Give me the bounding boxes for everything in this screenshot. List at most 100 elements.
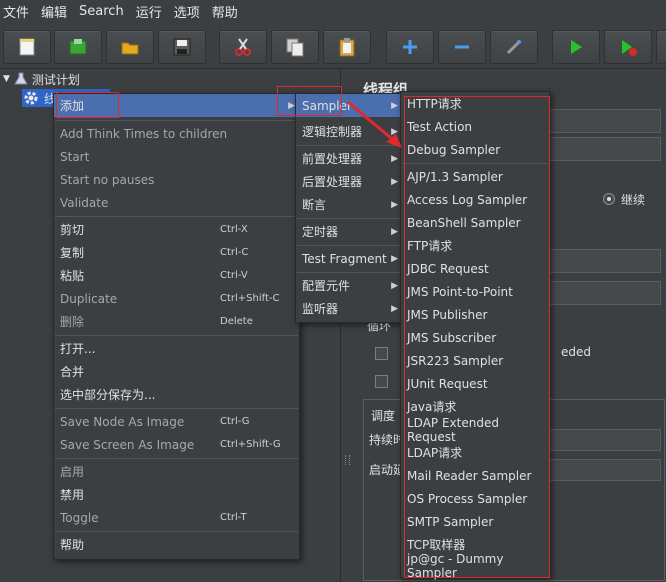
context-menu-validate[interactable]: Validate: [54, 191, 299, 214]
menu-item-shortcut: Delete: [220, 316, 253, 327]
submenu-test-fragment[interactable]: Test Fragment ▶: [296, 247, 402, 270]
submenu-post-processor[interactable]: 后置处理器 ▶: [296, 170, 402, 193]
context-menu-save-selection[interactable]: 选中部分保存为...: [54, 383, 299, 406]
menu-item-shortcut: Ctrl+Shift-C: [220, 293, 280, 304]
context-menu-start-no-pauses[interactable]: Start no pauses: [54, 168, 299, 191]
scheduler-label: 调度: [371, 409, 396, 423]
continue-label: 继续: [621, 193, 646, 207]
copy-button[interactable]: [271, 30, 319, 64]
expand-toggle-icon[interactable]: ▼: [3, 74, 10, 84]
context-menu-help[interactable]: 帮助: [54, 533, 299, 556]
templates-button[interactable]: [54, 30, 102, 64]
context-menu-disable[interactable]: 禁用: [54, 483, 299, 506]
templates-icon: [69, 39, 87, 55]
menu-item-label: 启用: [60, 465, 85, 479]
menu-item-label: Start: [60, 149, 90, 164]
toolbar-overflow-button[interactable]: [656, 30, 666, 64]
save-icon: [173, 38, 191, 56]
menu-options[interactable]: 选项: [169, 2, 207, 21]
delay-creation-checkbox[interactable]: [375, 375, 388, 388]
annotation-box-sampler: [277, 86, 342, 116]
menu-separator: [55, 408, 298, 409]
menu-search[interactable]: Search: [74, 4, 131, 19]
menu-item-label: 定时器: [302, 225, 339, 239]
copy-icon: [286, 38, 304, 57]
start-no-pauses-button[interactable]: [604, 30, 652, 64]
cut-icon: [235, 38, 251, 56]
collapse-button[interactable]: [438, 30, 486, 64]
submenu-listener[interactable]: 监听器 ▶: [296, 297, 402, 320]
menu-item-label: Test Fragment: [302, 251, 387, 266]
paste-icon: [339, 38, 355, 57]
menu-item-label: Save Screen As Image: [60, 437, 195, 452]
context-menu-duplicate[interactable]: Duplicate Ctrl+Shift-C: [54, 287, 299, 310]
menu-help[interactable]: 帮助: [207, 2, 245, 21]
continue-radio[interactable]: [603, 193, 615, 205]
splitter-grip[interactable]: [345, 455, 350, 465]
context-menu-start[interactable]: Start: [54, 145, 299, 168]
menu-item-shortcut: Ctrl-X: [220, 224, 248, 235]
context-menu-merge[interactable]: 合并: [54, 360, 299, 383]
menu-item-label: Save Node As Image: [60, 414, 185, 429]
new-button[interactable]: [3, 30, 51, 64]
menu-item-label: 选中部分保存为...: [60, 388, 156, 402]
menu-separator: [297, 218, 401, 219]
menu-separator: [55, 120, 298, 121]
context-menu-add-think-times[interactable]: Add Think Times to children: [54, 122, 299, 145]
new-icon: [19, 38, 35, 56]
submenu-arrow-icon: ▶: [391, 280, 398, 291]
collapse-icon: [455, 45, 469, 49]
submenu-arrow-icon: ▶: [391, 176, 398, 187]
menu-run[interactable]: 运行: [131, 2, 169, 21]
context-menu-delete[interactable]: 删除 Delete: [54, 310, 299, 333]
menu-separator: [55, 335, 298, 336]
cut-button[interactable]: [219, 30, 267, 64]
expand-button[interactable]: [386, 30, 434, 64]
menu-item-label: 剪切: [60, 223, 85, 237]
save-button[interactable]: [158, 30, 206, 64]
context-menu-copy[interactable]: 复制 Ctrl-C: [54, 241, 299, 264]
open-button[interactable]: [106, 30, 154, 64]
menu-edit[interactable]: 编辑: [36, 2, 74, 21]
context-menu-save-screen-image[interactable]: Save Screen As Image Ctrl+Shift-G: [54, 433, 299, 456]
submenu-timer[interactable]: 定时器 ▶: [296, 220, 402, 243]
same-user-checkbox[interactable]: [375, 347, 388, 360]
menu-item-label: 禁用: [60, 488, 85, 502]
submenu-assertion[interactable]: 断言 ▶: [296, 193, 402, 216]
context-menu-save-node-image[interactable]: Save Node As Image Ctrl-G: [54, 410, 299, 433]
menu-file[interactable]: 文件: [0, 2, 36, 21]
toggle-button[interactable]: [490, 30, 538, 64]
menu-item-label: Add Think Times to children: [60, 126, 228, 141]
context-menu-toggle[interactable]: Toggle Ctrl-T: [54, 506, 299, 529]
menu-item-shortcut: Ctrl-T: [220, 512, 247, 523]
menu-separator: [55, 458, 298, 459]
menu-separator: [297, 245, 401, 246]
context-menu-enable[interactable]: 启用: [54, 460, 299, 483]
submenu-arrow-icon: ▶: [391, 253, 398, 264]
menu-item-label: 粘贴: [60, 269, 85, 283]
menu-item-label: Duplicate: [60, 291, 118, 306]
menu-item-label: 帮助: [60, 538, 85, 552]
start-no-pauses-icon: [622, 40, 637, 56]
submenu-config-element[interactable]: 配置元件 ▶: [296, 274, 402, 297]
start-button[interactable]: [552, 30, 600, 64]
menu-item-label: 断言: [302, 198, 327, 212]
menu-item-label: 配置元件: [302, 279, 351, 293]
menu-item-label: 后置处理器: [302, 175, 363, 189]
start-icon: [571, 40, 582, 54]
tree-node-test-plan[interactable]: ▼ 测试计划: [3, 70, 80, 88]
context-menu-paste[interactable]: 粘贴 Ctrl-V: [54, 264, 299, 287]
menu-separator: [297, 272, 401, 273]
annotation-box-add: [56, 92, 119, 118]
menu-item-shortcut: Ctrl-C: [220, 247, 249, 258]
menu-item-label: 删除: [60, 315, 85, 329]
checkbox-label-tail: eded: [561, 345, 591, 359]
menu-bar: 文件 编辑 Search 运行 选项 帮助: [0, 0, 666, 22]
context-menu-cut[interactable]: 剪切 Ctrl-X: [54, 218, 299, 241]
menu-item-label: 监听器: [302, 302, 339, 316]
context-menu-open[interactable]: 打开...: [54, 337, 299, 360]
menu-item-label: Validate: [60, 195, 109, 210]
menu-separator: [55, 531, 298, 532]
paste-button[interactable]: [323, 30, 371, 64]
submenu-arrow-icon: ▶: [391, 303, 398, 314]
